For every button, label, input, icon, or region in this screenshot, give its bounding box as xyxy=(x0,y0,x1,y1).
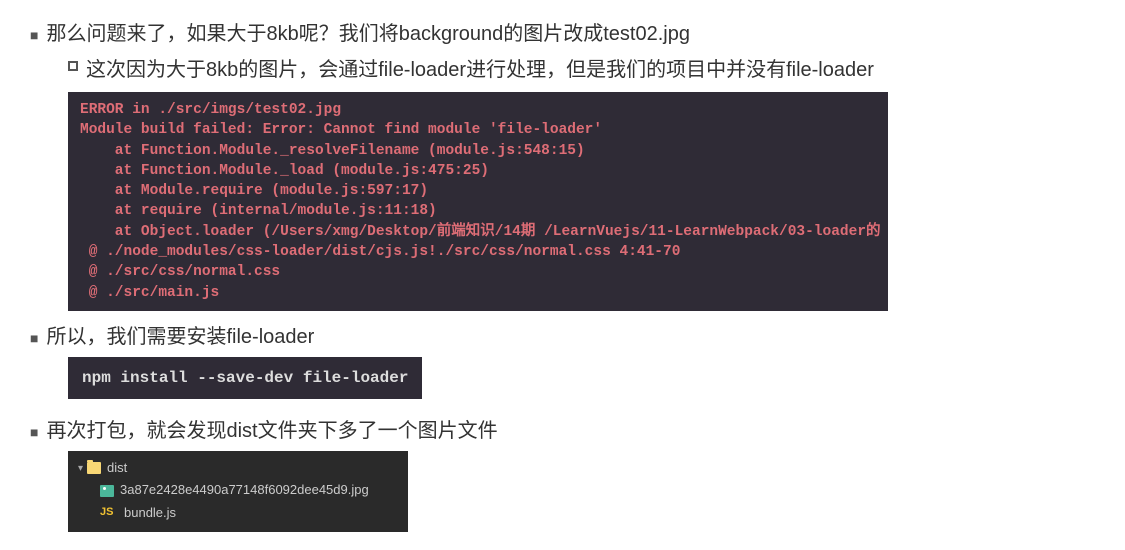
image-file-icon xyxy=(100,485,114,497)
stack-line: @ ./src/main.js xyxy=(80,285,219,301)
tree-file-row[interactable]: 3a87e2428e4490a77148f6092dee45d9.jpg xyxy=(78,479,398,501)
error-line: at Object.loader (/Users/xmg/Desktop/前端知… xyxy=(80,224,881,240)
command-text: npm install --save-dev file-loader xyxy=(82,369,408,387)
command-code-block: npm install --save-dev file-loader xyxy=(68,357,422,399)
bullet-text: 再次打包，就会发现dist文件夹下多了一个图片文件 xyxy=(46,415,497,447)
stack-line: @ ./src/css/normal.css xyxy=(80,264,280,280)
bullet-text: 所以，我们需要安装file-loader xyxy=(46,321,314,353)
square-marker-icon: ■ xyxy=(30,24,38,46)
error-line: at Function.Module._resolveFilename (mod… xyxy=(80,143,585,159)
bullet-level2: 这次因为大于8kb的图片，会通过file-loader进行处理，但是我们的项目中… xyxy=(68,54,1095,86)
tree-file-row[interactable]: JS bundle.js xyxy=(78,502,398,524)
file-label: 3a87e2428e4490a77148f6092dee45d9.jpg xyxy=(120,479,369,501)
square-marker-icon: ■ xyxy=(30,421,38,443)
bullet-text: 那么问题来了，如果大于8kb呢？我们将background的图片改成test02… xyxy=(46,18,690,50)
bullet-text: 这次因为大于8kb的图片，会通过file-loader进行处理，但是我们的项目中… xyxy=(86,54,874,86)
tree-folder-row[interactable]: ▾ dist xyxy=(78,457,398,479)
error-line: at require (internal/module.js:11:18) xyxy=(80,203,437,219)
js-file-icon: JS xyxy=(100,503,118,522)
error-line: Module build failed: Error: Cannot find … xyxy=(80,122,602,138)
error-line: at Module.require (module.js:597:17) xyxy=(80,183,428,199)
square-marker-icon: ■ xyxy=(30,327,38,349)
file-tree-panel: ▾ dist 3a87e2428e4490a77148f6092dee45d9.… xyxy=(68,451,408,531)
bullet-level1: ■ 所以，我们需要安装file-loader xyxy=(30,321,1095,353)
file-label: bundle.js xyxy=(124,502,176,524)
error-line: ERROR in ./src/imgs/test02.jpg xyxy=(80,102,341,118)
bullet-level1: ■ 再次打包，就会发现dist文件夹下多了一个图片文件 xyxy=(30,415,1095,447)
bullet-level1: ■ 那么问题来了，如果大于8kb呢？我们将background的图片改成test… xyxy=(30,18,1095,50)
stack-line: @ ./node_modules/css-loader/dist/cjs.js!… xyxy=(80,244,680,260)
error-code-block: ERROR in ./src/imgs/test02.jpg Module bu… xyxy=(68,92,888,311)
error-line: at Function.Module._load (module.js:475:… xyxy=(80,163,489,179)
hollow-square-marker-icon xyxy=(68,61,78,71)
chevron-down-icon: ▾ xyxy=(78,460,83,477)
folder-icon xyxy=(87,462,101,474)
folder-label: dist xyxy=(107,457,127,479)
